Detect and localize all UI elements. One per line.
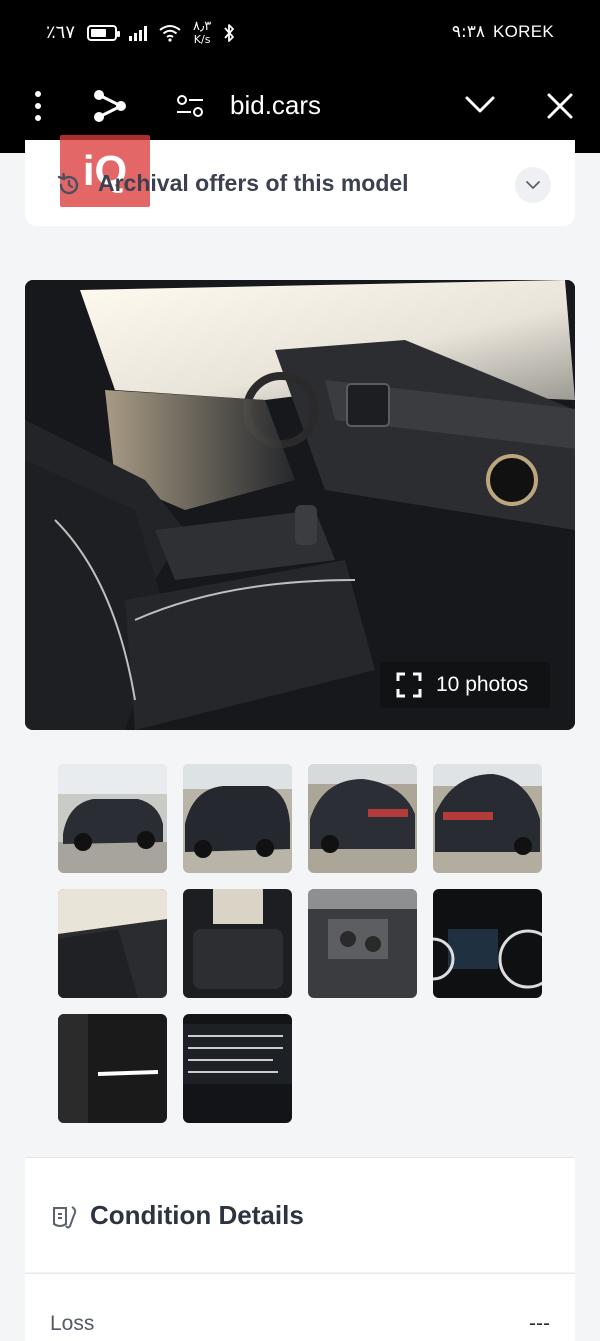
archival-expand-button[interactable]: [515, 167, 551, 203]
bluetooth-icon: [224, 23, 235, 42]
network-speed-unit: K/s: [193, 32, 211, 46]
thumb-front-right-exterior[interactable]: [183, 764, 292, 873]
top-bar: ٪٦٧ ٨٫٣ K/s ٩:٣٨ KOREK bid.cars: [0, 0, 600, 153]
wrench-icon: [53, 1206, 77, 1229]
thumb-front-left-exterior[interactable]: [58, 764, 167, 873]
condition-details-title: Condition Details: [90, 1200, 304, 1230]
loss-value: ---: [529, 1312, 550, 1335]
thumbnail-grid: [58, 764, 542, 1123]
thumb-vin-label[interactable]: [183, 1014, 292, 1123]
clock: ٩:٣٨: [451, 22, 485, 42]
loss-label: Loss: [50, 1312, 95, 1335]
battery-icon: [87, 24, 121, 41]
signal-icon: [129, 25, 148, 41]
archival-offers-title: Archival offers of this model: [98, 170, 409, 196]
thumb-rear-left-exterior[interactable]: [308, 764, 417, 873]
share-icon[interactable]: [92, 88, 128, 124]
photo-count-badge[interactable]: 10 photos: [380, 662, 550, 708]
carrier-name: KOREK: [492, 22, 554, 41]
history-icon: [57, 172, 79, 195]
thumb-door-jamb[interactable]: [58, 1014, 167, 1123]
status-bar: ٪٦٧ ٨٫٣ K/s ٩:٣٨ KOREK: [0, 0, 600, 70]
fullscreen-icon: [396, 672, 422, 698]
thumb-rear-right-exterior[interactable]: [433, 764, 542, 873]
site-settings-icon[interactable]: [176, 94, 204, 118]
address-bar-url[interactable]: bid.cars: [230, 90, 321, 121]
network-speed-value: ٨٫٣: [193, 19, 212, 34]
thumb-engine-bay[interactable]: [308, 889, 417, 998]
photo-count-label: 10 photos: [436, 673, 529, 696]
loss-row: [25, 1273, 575, 1341]
chevron-down-icon: [526, 180, 540, 189]
close-icon[interactable]: [546, 92, 574, 120]
more-vertical-icon[interactable]: [30, 91, 46, 121]
battery-percent: ٪٦٧: [46, 22, 76, 44]
browser-toolbar: bid.cars: [0, 78, 600, 136]
network-speed: ٨٫٣ K/s: [193, 20, 211, 45]
thumb-rear-seats[interactable]: [183, 889, 292, 998]
wifi-icon: [159, 24, 181, 42]
thumb-interior-dashboard[interactable]: [58, 889, 167, 998]
chevron-down-icon[interactable]: [464, 94, 496, 116]
thumb-instrument-cluster[interactable]: [433, 889, 542, 998]
